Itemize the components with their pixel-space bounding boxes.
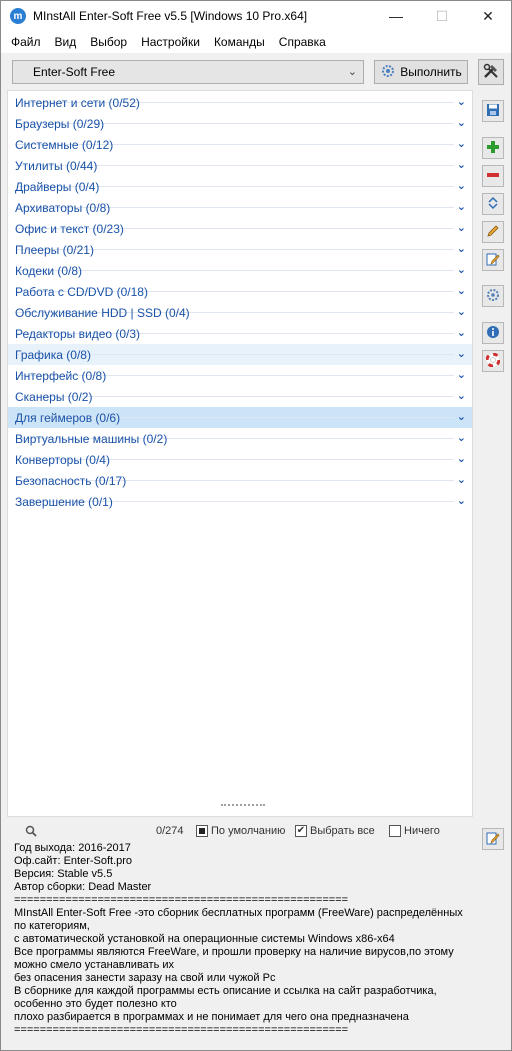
minus-icon	[486, 168, 500, 185]
menu-view[interactable]: Вид	[48, 35, 84, 49]
chevron-down-icon[interactable]: ⌄	[457, 221, 466, 234]
chevron-down-icon[interactable]: ⌄	[457, 116, 466, 129]
none-label: Ничего	[404, 825, 440, 837]
chevron-down-icon[interactable]: ⌄	[457, 179, 466, 192]
minimize-button[interactable]: —	[373, 1, 419, 31]
menu-select[interactable]: Выбор	[83, 35, 134, 49]
help-button[interactable]	[482, 350, 504, 372]
app-icon: m	[10, 8, 26, 24]
app-window: m MInstAll Enter-Soft Free v5.5 [Windows…	[0, 0, 512, 1051]
chevron-down-icon[interactable]: ⌄	[457, 452, 466, 465]
edit-description-button[interactable]	[482, 828, 504, 850]
chevron-down-icon[interactable]: ⌄	[457, 263, 466, 276]
default-checkbox[interactable]: По умолчанию	[196, 825, 285, 837]
category-row[interactable]: Кодеки (0/8) ⌄	[8, 260, 472, 281]
chevron-down-icon[interactable]: ⌄	[457, 158, 466, 171]
menu-bar: Файл Вид Выбор Настройки Команды Справка	[1, 31, 511, 53]
category-list: Интернет и сети (0/52) ⌄ Браузеры (0/29) ⌄…	[7, 90, 473, 817]
category-row[interactable]: Утилиты (0/44) ⌄	[8, 155, 472, 176]
search-icon[interactable]	[25, 825, 37, 837]
edit-button[interactable]	[482, 221, 504, 243]
chevron-down-icon[interactable]: ⌄	[457, 137, 466, 150]
gear-icon	[380, 63, 396, 82]
edit-list-button[interactable]	[482, 249, 504, 271]
chevron-down-icon[interactable]: ⌄	[457, 389, 466, 402]
chevron-down-icon[interactable]: ⌄	[457, 347, 466, 360]
up-down-arrows-icon	[486, 196, 500, 213]
category-row[interactable]: Редакторы видео (0/3) ⌄	[8, 323, 472, 344]
category-row[interactable]: Безопасность (0/17) ⌄	[8, 470, 472, 491]
profile-dropdown[interactable]: Enter-Soft Free ⌄	[12, 60, 364, 84]
title-bar: m MInstAll Enter-Soft Free v5.5 [Windows…	[1, 1, 511, 31]
window-title: MInstAll Enter-Soft Free v5.5 [Windows 1…	[33, 9, 308, 23]
menu-help[interactable]: Справка	[272, 35, 333, 49]
run-button[interactable]: Выполнить	[374, 60, 468, 84]
category-row[interactable]: Браузеры (0/29) ⌄	[8, 113, 472, 134]
menu-settings[interactable]: Настройки	[134, 35, 207, 49]
menu-commands[interactable]: Команды	[207, 35, 272, 49]
move-button[interactable]	[482, 193, 504, 215]
category-row[interactable]: Системные (0/12) ⌄	[8, 134, 472, 155]
selected-count: 0/274	[156, 825, 184, 837]
none-checkbox[interactable]: Ничего	[389, 825, 440, 837]
category-row[interactable]: Завершение (0/1) ⌄	[8, 491, 472, 512]
category-row[interactable]: Архиваторы (0/8) ⌄	[8, 197, 472, 218]
category-row[interactable]: Обслуживание HDD | SSD (0/4) ⌄	[8, 302, 472, 323]
close-button[interactable]: ✕	[465, 1, 511, 31]
chevron-down-icon[interactable]: ⌄	[457, 368, 466, 381]
save-button[interactable]	[482, 100, 504, 122]
settings-button[interactable]	[482, 285, 504, 307]
select-all-label: Выбрать все	[310, 825, 375, 837]
chevron-down-icon[interactable]: ⌄	[457, 494, 466, 507]
category-row[interactable]: Виртуальные машины (0/2) ⌄	[8, 428, 472, 449]
profile-dropdown-value: Enter-Soft Free	[33, 65, 116, 79]
chevron-down-icon[interactable]: ⌄	[457, 473, 466, 486]
category-row[interactable]: Интернет и сети (0/52) ⌄	[8, 92, 472, 113]
chevron-down-icon[interactable]: ⌄	[457, 95, 466, 108]
plus-icon	[486, 140, 500, 157]
tools-icon	[482, 62, 500, 83]
filter-row: 0/274 По умолчанию ✔ Выбрать все Ничего	[15, 825, 475, 841]
run-button-label: Выполнить	[400, 65, 462, 79]
category-row[interactable]: Работа с CD/DVD (0/18) ⌄	[8, 281, 472, 302]
toolbar: Enter-Soft Free ⌄ Выполнить	[1, 53, 511, 89]
chevron-down-icon[interactable]: ⌄	[457, 326, 466, 339]
chevron-down-icon[interactable]: ⌄	[457, 305, 466, 318]
category-row[interactable]: Для геймеров (0/6) ⌄	[8, 407, 472, 428]
splitter-handle[interactable]	[221, 804, 265, 806]
category-row[interactable]: Конверторы (0/4) ⌄	[8, 449, 472, 470]
category-row[interactable]: Драйверы (0/4) ⌄	[8, 176, 472, 197]
pencil-icon	[486, 224, 500, 241]
remove-button[interactable]	[482, 165, 504, 187]
save-icon	[486, 103, 500, 120]
pencil-note-icon	[486, 252, 500, 269]
chevron-down-icon: ⌄	[347, 66, 357, 78]
pencil-note-icon	[486, 831, 500, 848]
tools-button[interactable]	[478, 59, 504, 85]
select-all-checkbox[interactable]: ✔ Выбрать все	[295, 825, 375, 837]
category-row[interactable]: Офис и текст (0/23) ⌄	[8, 218, 472, 239]
chevron-down-icon[interactable]: ⌄	[457, 242, 466, 255]
category-row[interactable]: Графика (0/8) ⌄	[8, 344, 472, 365]
menu-file[interactable]: Файл	[4, 35, 48, 49]
chevron-down-icon[interactable]: ⌄	[457, 410, 466, 423]
add-button[interactable]	[482, 137, 504, 159]
chevron-down-icon[interactable]: ⌄	[457, 431, 466, 444]
description-text: Год выхода: 2016-2017 Оф.сайт: Enter-Sof…	[14, 842, 463, 1036]
lifebuoy-icon	[485, 352, 501, 370]
info-button[interactable]	[482, 322, 504, 344]
chevron-down-icon[interactable]: ⌄	[457, 200, 466, 213]
category-row[interactable]: Сканеры (0/2) ⌄	[8, 386, 472, 407]
category-row[interactable]: Интерфейс (0/8) ⌄	[8, 365, 472, 386]
maximize-button[interactable]: ☐	[419, 1, 465, 31]
info-icon	[486, 325, 500, 342]
chevron-down-icon[interactable]: ⌄	[457, 284, 466, 297]
default-checkbox-label: По умолчанию	[211, 825, 286, 837]
gear-icon	[486, 288, 500, 305]
category-row[interactable]: Плееры (0/21) ⌄	[8, 239, 472, 260]
